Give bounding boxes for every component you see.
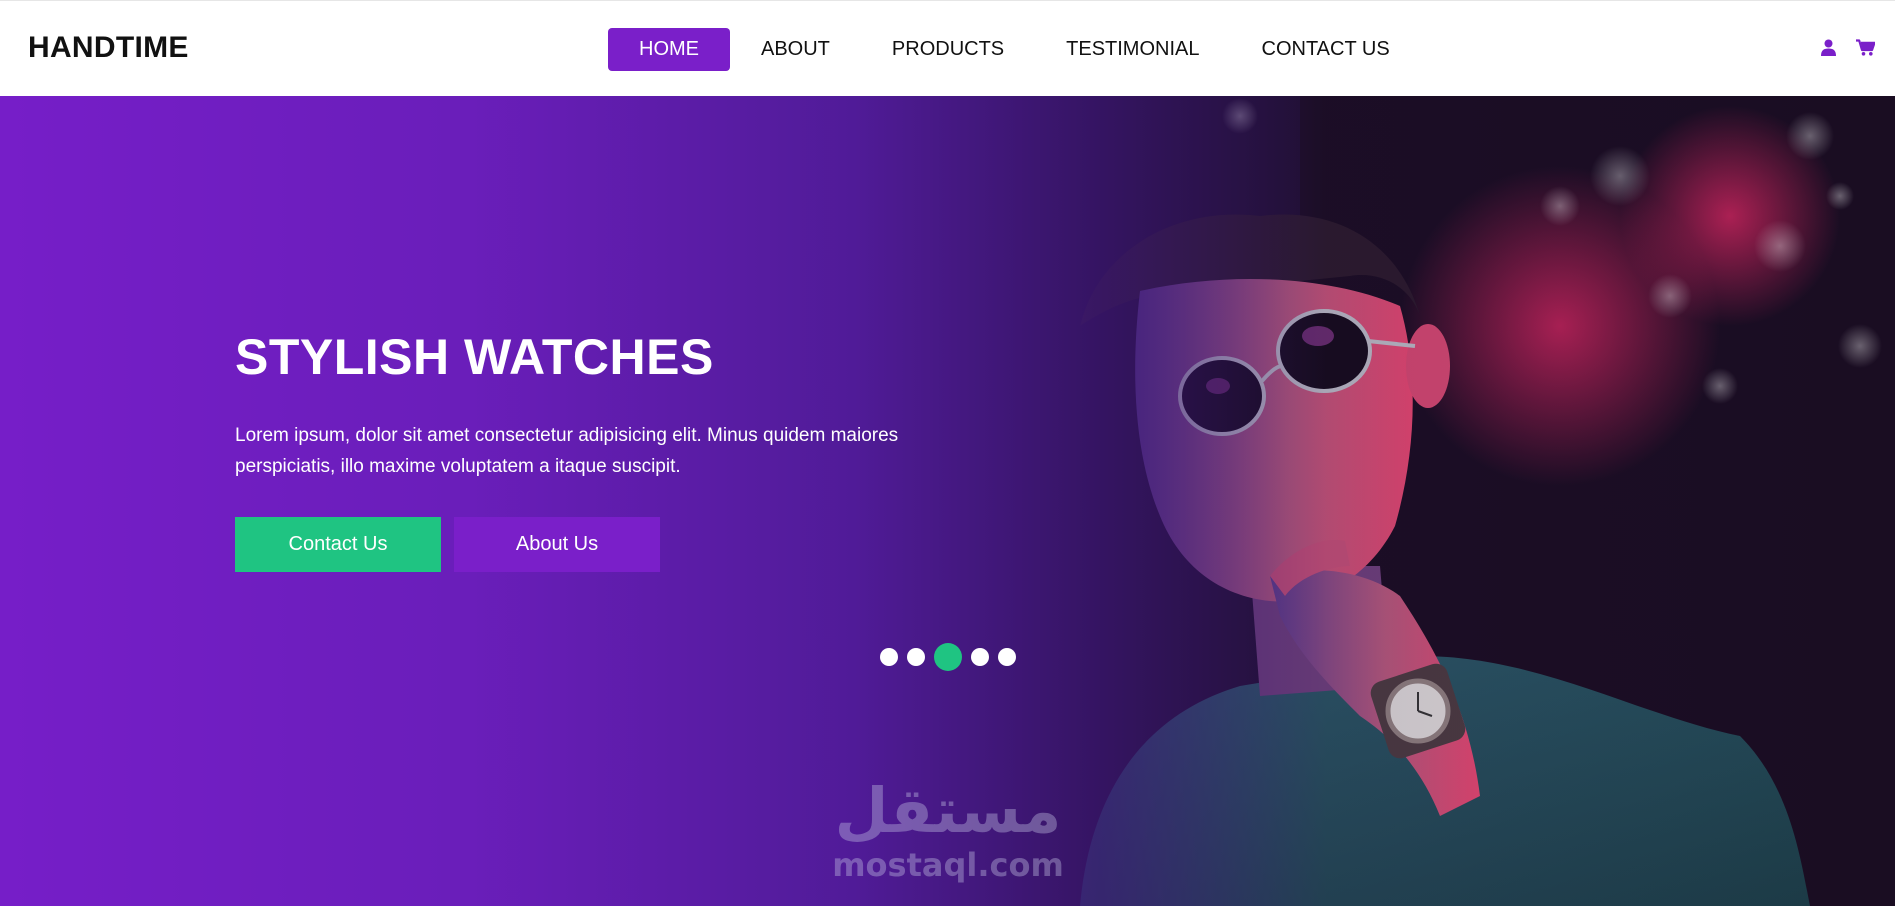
slider-dot-5[interactable] [998,648,1016,666]
hero-content: STYLISH WATCHES Lorem ipsum, dolor sit a… [235,328,1015,572]
hero-section: STYLISH WATCHES Lorem ipsum, dolor sit a… [0,96,1895,906]
nav-item-about[interactable]: ABOUT [730,28,861,71]
cart-icon[interactable] [1856,39,1875,56]
brand-logo[interactable]: HANDTIME [28,31,189,65]
contact-us-button[interactable]: Contact Us [235,517,441,572]
watermark-arabic-text: مستقل [834,774,1062,847]
main-nav: HOME ABOUT PRODUCTS TESTIMONIAL CONTACT … [608,28,1421,71]
hero-description-line-2: perspiciatis, illo maxime voluptatem a i… [235,456,681,477]
slider-dots [880,643,1016,671]
watermark-latin-text: mostaql.com [832,846,1064,884]
slider-dot-2[interactable] [907,648,925,666]
slider-dot-3-active[interactable] [934,643,962,671]
hero-description-line-1: Lorem ipsum, dolor sit amet consectetur … [235,425,899,446]
site-header: HANDTIME HOME ABOUT PRODUCTS TESTIMONIAL… [0,0,1895,96]
slider-dot-1[interactable] [880,648,898,666]
slider-dot-4[interactable] [971,648,989,666]
hero-title: STYLISH WATCHES [235,329,714,385]
mostaql-watermark: مستقل mostaql.com [832,774,1064,885]
hero-buttons: Contact Us About Us [235,517,1015,572]
nav-item-contact[interactable]: CONTACT US [1231,28,1421,71]
header-icons [1821,39,1875,56]
nav-item-home[interactable]: HOME [608,28,730,71]
nav-item-testimonial[interactable]: TESTIMONIAL [1035,28,1230,71]
nav-item-products[interactable]: PRODUCTS [861,28,1035,71]
user-icon[interactable] [1821,39,1836,56]
hero-description: Lorem ipsum, dolor sit amet consectetur … [235,420,1015,482]
about-us-button[interactable]: About Us [454,517,660,572]
